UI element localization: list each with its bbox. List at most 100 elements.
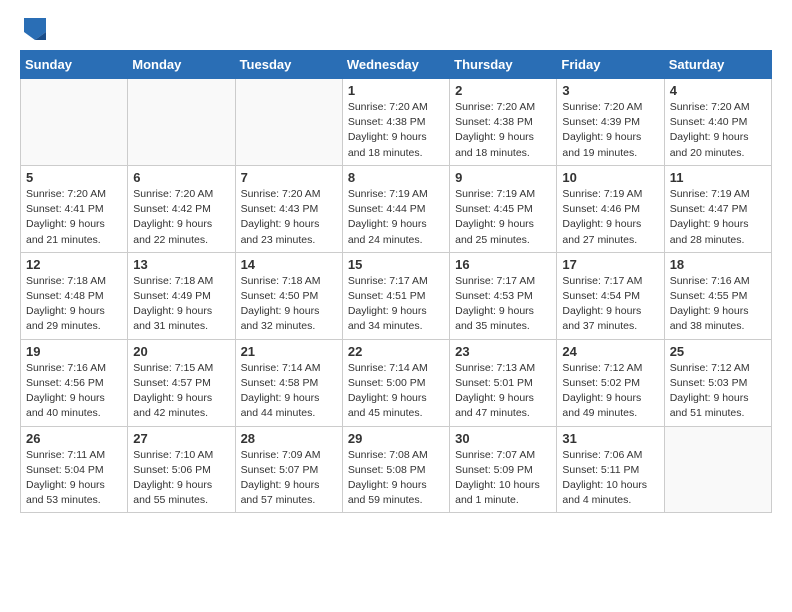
day-number: 21 bbox=[241, 344, 337, 359]
day-info: Sunrise: 7:20 AM Sunset: 4:39 PM Dayligh… bbox=[562, 100, 658, 161]
calendar-cell: 16 Sunrise: 7:17 AM Sunset: 4:53 PM Dayli… bbox=[450, 252, 557, 339]
day-number: 11 bbox=[670, 170, 766, 185]
calendar-cell: 19Sunrise: 7:16 AM Sunset: 4:56 PM Dayli… bbox=[21, 339, 128, 426]
calendar-cell: 27 Sunrise: 7:10 AM Sunset: 5:06 PM Dayli… bbox=[128, 426, 235, 513]
day-info: Sunrise: 7:20 AM Sunset: 4:38 PM Dayligh… bbox=[348, 100, 444, 161]
day-info: Sunrise: 7:08 AM Sunset: 5:08 PM Dayligh… bbox=[348, 448, 444, 509]
day-info: Sunrise: 7:20 AM Sunset: 4:41 PM Dayligh… bbox=[26, 187, 122, 248]
day-info: Sunrise: 7:12 AM Sunset: 5:02 PM Dayligh… bbox=[562, 361, 658, 422]
calendar-header-wednesday: Wednesday bbox=[342, 51, 449, 79]
day-number: 20 bbox=[133, 344, 229, 359]
calendar-cell: 20 Sunrise: 7:15 AM Sunset: 4:57 PM Dayli… bbox=[128, 339, 235, 426]
calendar-cell bbox=[128, 79, 235, 166]
day-number: 27 bbox=[133, 431, 229, 446]
calendar-cell: 14Sunrise: 7:18 AM Sunset: 4:50 PM Dayli… bbox=[235, 252, 342, 339]
day-info: Sunrise: 7:10 AM Sunset: 5:06 PM Dayligh… bbox=[133, 448, 229, 509]
day-number: 18 bbox=[670, 257, 766, 272]
calendar-cell: 22 Sunrise: 7:14 AM Sunset: 5:00 PM Dayli… bbox=[342, 339, 449, 426]
day-number: 1 bbox=[348, 83, 444, 98]
calendar-week-3: 12 Sunrise: 7:18 AM Sunset: 4:48 PM Dayli… bbox=[21, 252, 772, 339]
day-info: Sunrise: 7:19 AM Sunset: 4:45 PM Dayligh… bbox=[455, 187, 551, 248]
calendar-cell: 13 Sunrise: 7:18 AM Sunset: 4:49 PM Dayli… bbox=[128, 252, 235, 339]
calendar-cell: 8Sunrise: 7:19 AM Sunset: 4:44 PM Daylig… bbox=[342, 165, 449, 252]
calendar-week-1: 1 Sunrise: 7:20 AM Sunset: 4:38 PM Daylig… bbox=[21, 79, 772, 166]
day-info: Sunrise: 7:20 AM Sunset: 4:38 PM Dayligh… bbox=[455, 100, 551, 161]
calendar-cell bbox=[21, 79, 128, 166]
logo bbox=[20, 18, 46, 40]
day-info: Sunrise: 7:19 AM Sunset: 4:46 PM Dayligh… bbox=[562, 187, 658, 248]
calendar-cell: 21 Sunrise: 7:14 AM Sunset: 4:58 PM Dayli… bbox=[235, 339, 342, 426]
day-number: 4 bbox=[670, 83, 766, 98]
calendar-header-monday: Monday bbox=[128, 51, 235, 79]
day-info: Sunrise: 7:07 AM Sunset: 5:09 PM Dayligh… bbox=[455, 448, 551, 509]
calendar-cell: 7 Sunrise: 7:20 AM Sunset: 4:43 PM Daylig… bbox=[235, 165, 342, 252]
day-number: 3 bbox=[562, 83, 658, 98]
calendar-cell bbox=[664, 426, 771, 513]
calendar-cell: 4 Sunrise: 7:20 AM Sunset: 4:40 PM Daylig… bbox=[664, 79, 771, 166]
day-info: Sunrise: 7:11 AM Sunset: 5:04 PM Dayligh… bbox=[26, 448, 122, 509]
calendar-cell: 29 Sunrise: 7:08 AM Sunset: 5:08 PM Dayli… bbox=[342, 426, 449, 513]
day-number: 7 bbox=[241, 170, 337, 185]
day-number: 17 bbox=[562, 257, 658, 272]
day-info: Sunrise: 7:17 AM Sunset: 4:54 PM Dayligh… bbox=[562, 274, 658, 335]
day-number: 31 bbox=[562, 431, 658, 446]
day-number: 23 bbox=[455, 344, 551, 359]
calendar-cell: 9 Sunrise: 7:19 AM Sunset: 4:45 PM Daylig… bbox=[450, 165, 557, 252]
day-info: Sunrise: 7:15 AM Sunset: 4:57 PM Dayligh… bbox=[133, 361, 229, 422]
day-info: Sunrise: 7:18 AM Sunset: 4:49 PM Dayligh… bbox=[133, 274, 229, 335]
day-number: 16 bbox=[455, 257, 551, 272]
day-number: 12 bbox=[26, 257, 122, 272]
calendar-header-sunday: Sunday bbox=[21, 51, 128, 79]
logo-icon bbox=[24, 18, 46, 40]
calendar-cell: 30 Sunrise: 7:07 AM Sunset: 5:09 PM Dayli… bbox=[450, 426, 557, 513]
day-info: Sunrise: 7:18 AM Sunset: 4:50 PM Dayligh… bbox=[241, 274, 337, 335]
calendar-cell: 3 Sunrise: 7:20 AM Sunset: 4:39 PM Daylig… bbox=[557, 79, 664, 166]
day-number: 19 bbox=[26, 344, 122, 359]
day-number: 6 bbox=[133, 170, 229, 185]
day-info: Sunrise: 7:19 AM Sunset: 4:47 PM Dayligh… bbox=[670, 187, 766, 248]
day-number: 22 bbox=[348, 344, 444, 359]
calendar-cell bbox=[235, 79, 342, 166]
day-number: 9 bbox=[455, 170, 551, 185]
day-info: Sunrise: 7:19 AM Sunset: 4:44 PM Dayligh… bbox=[348, 187, 444, 248]
day-number: 24 bbox=[562, 344, 658, 359]
day-number: 15 bbox=[348, 257, 444, 272]
day-number: 10 bbox=[562, 170, 658, 185]
calendar-cell: 23Sunrise: 7:13 AM Sunset: 5:01 PM Dayli… bbox=[450, 339, 557, 426]
calendar-week-2: 5 Sunrise: 7:20 AM Sunset: 4:41 PM Daylig… bbox=[21, 165, 772, 252]
day-number: 25 bbox=[670, 344, 766, 359]
page: SundayMondayTuesdayWednesdayThursdayFrid… bbox=[0, 0, 792, 531]
calendar-cell: 11 Sunrise: 7:19 AM Sunset: 4:47 PM Dayli… bbox=[664, 165, 771, 252]
day-info: Sunrise: 7:20 AM Sunset: 4:42 PM Dayligh… bbox=[133, 187, 229, 248]
calendar-cell: 1 Sunrise: 7:20 AM Sunset: 4:38 PM Daylig… bbox=[342, 79, 449, 166]
calendar-cell: 28Sunrise: 7:09 AM Sunset: 5:07 PM Dayli… bbox=[235, 426, 342, 513]
day-number: 2 bbox=[455, 83, 551, 98]
day-info: Sunrise: 7:14 AM Sunset: 4:58 PM Dayligh… bbox=[241, 361, 337, 422]
day-info: Sunrise: 7:16 AM Sunset: 4:55 PM Dayligh… bbox=[670, 274, 766, 335]
calendar-header-row: SundayMondayTuesdayWednesdayThursdayFrid… bbox=[21, 51, 772, 79]
calendar-cell: 26 Sunrise: 7:11 AM Sunset: 5:04 PM Dayli… bbox=[21, 426, 128, 513]
calendar-header-tuesday: Tuesday bbox=[235, 51, 342, 79]
day-info: Sunrise: 7:09 AM Sunset: 5:07 PM Dayligh… bbox=[241, 448, 337, 509]
day-info: Sunrise: 7:20 AM Sunset: 4:40 PM Dayligh… bbox=[670, 100, 766, 161]
calendar-cell: 5 Sunrise: 7:20 AM Sunset: 4:41 PM Daylig… bbox=[21, 165, 128, 252]
day-info: Sunrise: 7:14 AM Sunset: 5:00 PM Dayligh… bbox=[348, 361, 444, 422]
day-info: Sunrise: 7:18 AM Sunset: 4:48 PM Dayligh… bbox=[26, 274, 122, 335]
calendar-week-4: 19Sunrise: 7:16 AM Sunset: 4:56 PM Dayli… bbox=[21, 339, 772, 426]
calendar-cell: 2 Sunrise: 7:20 AM Sunset: 4:38 PM Daylig… bbox=[450, 79, 557, 166]
day-number: 5 bbox=[26, 170, 122, 185]
calendar-table: SundayMondayTuesdayWednesdayThursdayFrid… bbox=[20, 50, 772, 513]
day-number: 29 bbox=[348, 431, 444, 446]
day-number: 30 bbox=[455, 431, 551, 446]
day-info: Sunrise: 7:17 AM Sunset: 4:53 PM Dayligh… bbox=[455, 274, 551, 335]
calendar-header-saturday: Saturday bbox=[664, 51, 771, 79]
calendar-cell: 15 Sunrise: 7:17 AM Sunset: 4:51 PM Dayli… bbox=[342, 252, 449, 339]
calendar-cell: 25Sunrise: 7:12 AM Sunset: 5:03 PM Dayli… bbox=[664, 339, 771, 426]
day-number: 26 bbox=[26, 431, 122, 446]
day-number: 13 bbox=[133, 257, 229, 272]
calendar-cell: 12 Sunrise: 7:18 AM Sunset: 4:48 PM Dayli… bbox=[21, 252, 128, 339]
calendar-cell: 10 Sunrise: 7:19 AM Sunset: 4:46 PM Dayli… bbox=[557, 165, 664, 252]
day-info: Sunrise: 7:20 AM Sunset: 4:43 PM Dayligh… bbox=[241, 187, 337, 248]
calendar-cell: 31Sunrise: 7:06 AM Sunset: 5:11 PM Dayli… bbox=[557, 426, 664, 513]
day-info: Sunrise: 7:17 AM Sunset: 4:51 PM Dayligh… bbox=[348, 274, 444, 335]
